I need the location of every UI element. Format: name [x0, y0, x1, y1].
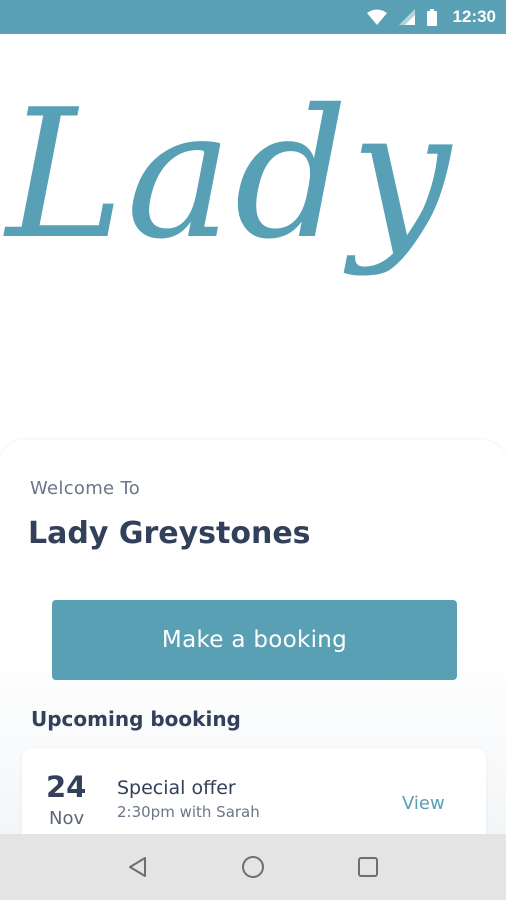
wifi-icon	[366, 9, 387, 25]
back-icon[interactable]	[118, 847, 158, 887]
status-time: 12:30	[452, 7, 496, 26]
welcome-label: Welcome To	[30, 478, 141, 499]
hero-banner: Lady Greystones	[0, 34, 506, 444]
venue-title: Lady Greystones	[28, 516, 311, 551]
booking-time: 2:30pm with Sarah	[117, 803, 260, 821]
status-bar: 12:30	[0, 0, 506, 34]
make-booking-button[interactable]: Make a booking	[52, 600, 457, 680]
booking-date-month: Nov	[49, 808, 85, 829]
recents-icon[interactable]	[348, 847, 388, 887]
home-icon[interactable]	[233, 847, 273, 887]
upcoming-booking-heading: Upcoming booking	[31, 707, 241, 731]
battery-icon	[426, 8, 437, 26]
booking-date-day: 24	[46, 770, 87, 804]
view-booking-link[interactable]: View	[402, 793, 445, 814]
booking-title: Special offer	[117, 777, 236, 799]
signal-icon	[398, 9, 415, 25]
navigation-bar	[0, 834, 506, 900]
booking-card[interactable]	[22, 748, 486, 834]
logo-script: Lady Greystones	[6, 71, 506, 278]
